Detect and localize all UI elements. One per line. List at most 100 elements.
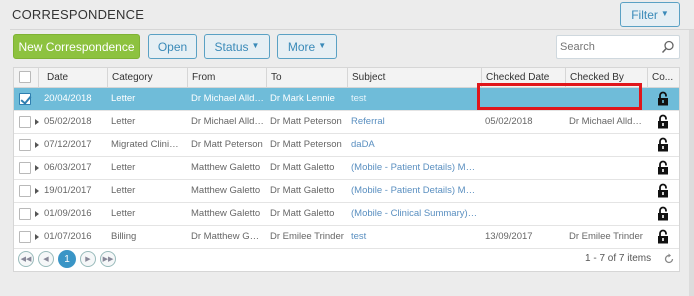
- status-button[interactable]: Status ▼: [204, 34, 270, 59]
- cell-subject[interactable]: test: [351, 226, 479, 248]
- cell-from: Dr Matt Peterson: [191, 139, 263, 150]
- column-header-checked-date[interactable]: Checked Date: [481, 68, 565, 88]
- grid-header: Date Category From To Subject Checked Da…: [14, 68, 679, 88]
- table-row[interactable]: 20/04/2018 Letter Dr Michael Alldrick Dr Ma…: [14, 88, 679, 111]
- cell-category: Billing: [111, 231, 137, 242]
- cell-checked-by: [569, 203, 645, 225]
- refresh-icon[interactable]: [663, 253, 675, 265]
- table-row[interactable]: 06/03/2017 Letter Matthew Galetto Dr Matt G…: [14, 157, 679, 180]
- filter-button-label: Filter: [631, 7, 658, 22]
- checkbox-icon[interactable]: [19, 71, 31, 83]
- table-row[interactable]: 19/01/2017 Letter Matthew Galetto Dr Matt G…: [14, 180, 679, 203]
- cell-from: Dr Michael Alldrick: [191, 116, 264, 127]
- row-checkbox[interactable]: [19, 208, 31, 220]
- column-header-to[interactable]: To: [266, 68, 347, 88]
- table-row[interactable]: 01/09/2016 Letter Matthew Galetto Dr Matt G…: [14, 203, 679, 226]
- cell-from: Dr Michael Alldrick: [191, 93, 264, 104]
- cell-subject[interactable]: test: [351, 88, 479, 110]
- search-icon[interactable]: [661, 40, 675, 54]
- expand-arrow-icon[interactable]: [35, 211, 39, 217]
- cell-date: 20/04/2018: [44, 93, 92, 104]
- cell-subject[interactable]: Referral: [351, 111, 479, 133]
- lock-icon[interactable]: [657, 183, 669, 198]
- row-checkbox[interactable]: [19, 185, 31, 197]
- chevron-down-icon: ▼: [660, 9, 669, 18]
- open-button[interactable]: Open: [148, 34, 197, 59]
- cell-category: Migrated Clinical ...: [111, 139, 183, 150]
- current-page[interactable]: 1: [58, 250, 76, 268]
- first-page-icon[interactable]: ◀◀: [18, 251, 34, 267]
- cell-checked-date: 13/09/2017: [485, 231, 533, 242]
- pager: ◀◀ ◀ 1 ▶ ▶▶ 1 - 7 of 7 items: [14, 249, 679, 271]
- cell-date: 05/02/2018: [44, 116, 92, 127]
- last-page-icon[interactable]: ▶▶: [100, 251, 116, 267]
- next-page-icon[interactable]: ▶: [80, 251, 96, 267]
- row-checkbox[interactable]: [19, 116, 31, 128]
- header-divider: [10, 29, 694, 30]
- cell-to: Dr Mark Lennie: [270, 93, 335, 104]
- lock-icon[interactable]: [657, 206, 669, 221]
- cell-checked-date: [485, 134, 563, 156]
- row-checkbox[interactable]: [19, 231, 31, 243]
- row-checkbox[interactable]: [19, 162, 31, 174]
- search-box: [556, 35, 680, 59]
- cell-to: Dr Matt Peterson: [270, 139, 342, 150]
- cell-checked-by: [569, 157, 645, 179]
- open-button-label: Open: [157, 39, 188, 54]
- expand-arrow-icon[interactable]: [35, 119, 39, 125]
- chevron-down-icon: ▼: [318, 41, 327, 50]
- cell-category: Letter: [111, 208, 136, 219]
- cell-to: Dr Matt Galetto: [270, 208, 335, 219]
- lock-icon[interactable]: [657, 114, 669, 129]
- cell-checked-date: [485, 203, 563, 225]
- table-row[interactable]: 05/02/2018 Letter Dr Michael Alldrick Dr Ma…: [14, 111, 679, 134]
- cell-to: Dr Emilee Trinder: [270, 231, 344, 242]
- cell-from: Matthew Galetto: [191, 208, 261, 219]
- header-select-all[interactable]: [14, 68, 38, 88]
- row-checkbox[interactable]: [19, 139, 31, 151]
- column-header-checked-by[interactable]: Checked By: [565, 68, 647, 88]
- expand-arrow-icon[interactable]: [35, 165, 39, 171]
- new-correspondence-button[interactable]: New Correspondence: [13, 34, 140, 59]
- correspondence-grid: Date Category From To Subject Checked Da…: [13, 67, 680, 272]
- filter-button[interactable]: Filter ▼: [620, 2, 680, 27]
- search-input[interactable]: [557, 36, 657, 58]
- panel-title: CORRESPONDENCE: [12, 7, 145, 22]
- lock-icon[interactable]: [657, 229, 669, 244]
- cell-checked-by: [569, 88, 645, 110]
- prev-page-icon[interactable]: ◀: [38, 251, 54, 267]
- cell-checked-date: 05/02/2018: [485, 116, 533, 127]
- cell-checked-by: [569, 134, 645, 156]
- cell-to: Dr Matt Galetto: [270, 162, 335, 173]
- cell-subject[interactable]: daDA: [351, 134, 479, 156]
- cell-checked-by: Dr Michael Alldrick: [569, 116, 645, 127]
- cell-subject[interactable]: (Mobile - Clinical Summary) Mo...: [351, 203, 479, 225]
- cell-date: 07/12/2017: [44, 139, 92, 150]
- pager-info: 1 - 7 of 7 items: [585, 253, 652, 264]
- expand-arrow-icon[interactable]: [35, 188, 39, 194]
- table-row[interactable]: 07/12/2017 Migrated Clinical ... Dr Matt P…: [14, 134, 679, 157]
- cell-subject[interactable]: (Mobile - Patient Details) Mobile....: [351, 180, 479, 202]
- expand-arrow-icon[interactable]: [35, 142, 39, 148]
- cell-checked-date: [485, 180, 563, 202]
- lock-icon[interactable]: [657, 160, 669, 175]
- column-header-confidential[interactable]: Co...: [647, 68, 679, 88]
- scrollbar[interactable]: [689, 30, 694, 296]
- row-checkbox[interactable]: [19, 93, 31, 105]
- cell-date: 01/07/2016: [44, 231, 92, 242]
- column-header-from[interactable]: From: [187, 68, 266, 88]
- lock-icon[interactable]: [657, 137, 669, 152]
- cell-checked-date: [485, 88, 563, 110]
- cell-date: 19/01/2017: [44, 185, 92, 196]
- cell-subject[interactable]: (Mobile - Patient Details) Mobile....: [351, 157, 479, 179]
- cell-checked-date: [485, 157, 563, 179]
- cell-date: 01/09/2016: [44, 208, 92, 219]
- column-header-category[interactable]: Category: [107, 68, 187, 88]
- cell-to: Dr Matt Peterson: [270, 116, 342, 127]
- more-button[interactable]: More ▼: [277, 34, 337, 59]
- table-row[interactable]: 01/07/2016 Billing Dr Matthew Gale... Dr Em…: [14, 226, 679, 249]
- lock-icon[interactable]: [657, 91, 669, 106]
- column-header-date[interactable]: Date: [38, 68, 107, 88]
- expand-arrow-icon[interactable]: [35, 234, 39, 240]
- column-header-subject[interactable]: Subject: [347, 68, 481, 88]
